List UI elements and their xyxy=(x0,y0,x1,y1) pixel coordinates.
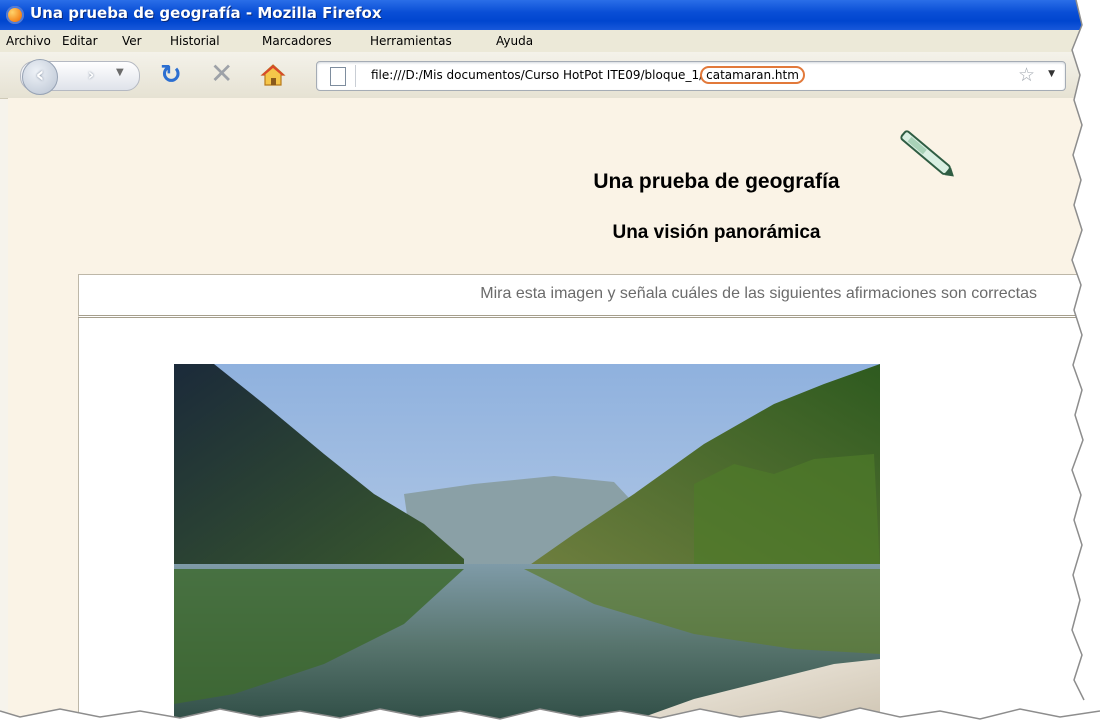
url-base: file:///D:/Mis documentos/Curso HotPot I… xyxy=(371,68,704,82)
menu-herramientas[interactable]: Herramientas xyxy=(370,34,452,48)
page-icon xyxy=(330,67,346,86)
instruction-box: Mira esta imagen y señala cuáles de las … xyxy=(78,274,1085,318)
url-file-highlight: catamaran.htm xyxy=(700,66,805,84)
instruction-text: Mira esta imagen y señala cuáles de las … xyxy=(480,285,1037,302)
menu-ayuda[interactable]: Ayuda xyxy=(496,34,533,48)
menu-ver[interactable]: Ver xyxy=(122,34,142,48)
canyon-river-photo xyxy=(174,364,880,724)
torn-edge-right xyxy=(1071,0,1100,727)
address-separator xyxy=(355,65,356,87)
torn-edge-bottom xyxy=(0,707,1100,727)
stop-x-icon[interactable]: ✕ xyxy=(210,60,233,88)
window-title: Una prueba de geografía - Mozilla Firefo… xyxy=(30,4,382,22)
url-text[interactable]: file:///D:/Mis documentos/Curso HotPot I… xyxy=(371,66,805,84)
menu-marcadores[interactable]: Marcadores xyxy=(262,34,332,48)
home-icon[interactable] xyxy=(260,63,286,91)
question-panel xyxy=(78,318,1085,727)
title-bar: Una prueba de geografía - Mozilla Firefo… xyxy=(0,0,1085,30)
back-arrow-icon[interactable]: ‹ xyxy=(22,59,58,95)
page-subtitle: Una visión panorámica xyxy=(612,222,821,243)
menu-bar: Archivo Editar Ver Historial Marcadores … xyxy=(0,30,1085,53)
page-content: Una prueba de geografía Una visión panor… xyxy=(8,98,1085,727)
pen-pointer-icon xyxy=(900,130,954,177)
navigation-toolbar: ‹ › ▼ ↻ ✕ file:///D:/Mis documentos/Curs… xyxy=(0,52,1085,99)
forward-arrow-icon[interactable]: › xyxy=(70,65,112,85)
menu-archivo[interactable]: Archivo xyxy=(6,34,51,48)
menu-historial[interactable]: Historial xyxy=(170,34,220,48)
browser-window: Una prueba de geografía - Mozilla Firefo… xyxy=(0,0,1085,727)
reload-icon[interactable]: ↻ xyxy=(160,61,182,89)
bookmark-star-icon[interactable]: ☆ xyxy=(1018,64,1035,86)
history-dropdown-icon[interactable]: ▼ xyxy=(116,67,124,78)
url-dropdown-icon[interactable]: ▼ xyxy=(1048,69,1055,79)
menu-editar[interactable]: Editar xyxy=(62,34,98,48)
firefox-icon xyxy=(6,6,24,24)
address-bar[interactable]: file:///D:/Mis documentos/Curso HotPot I… xyxy=(316,61,1066,91)
